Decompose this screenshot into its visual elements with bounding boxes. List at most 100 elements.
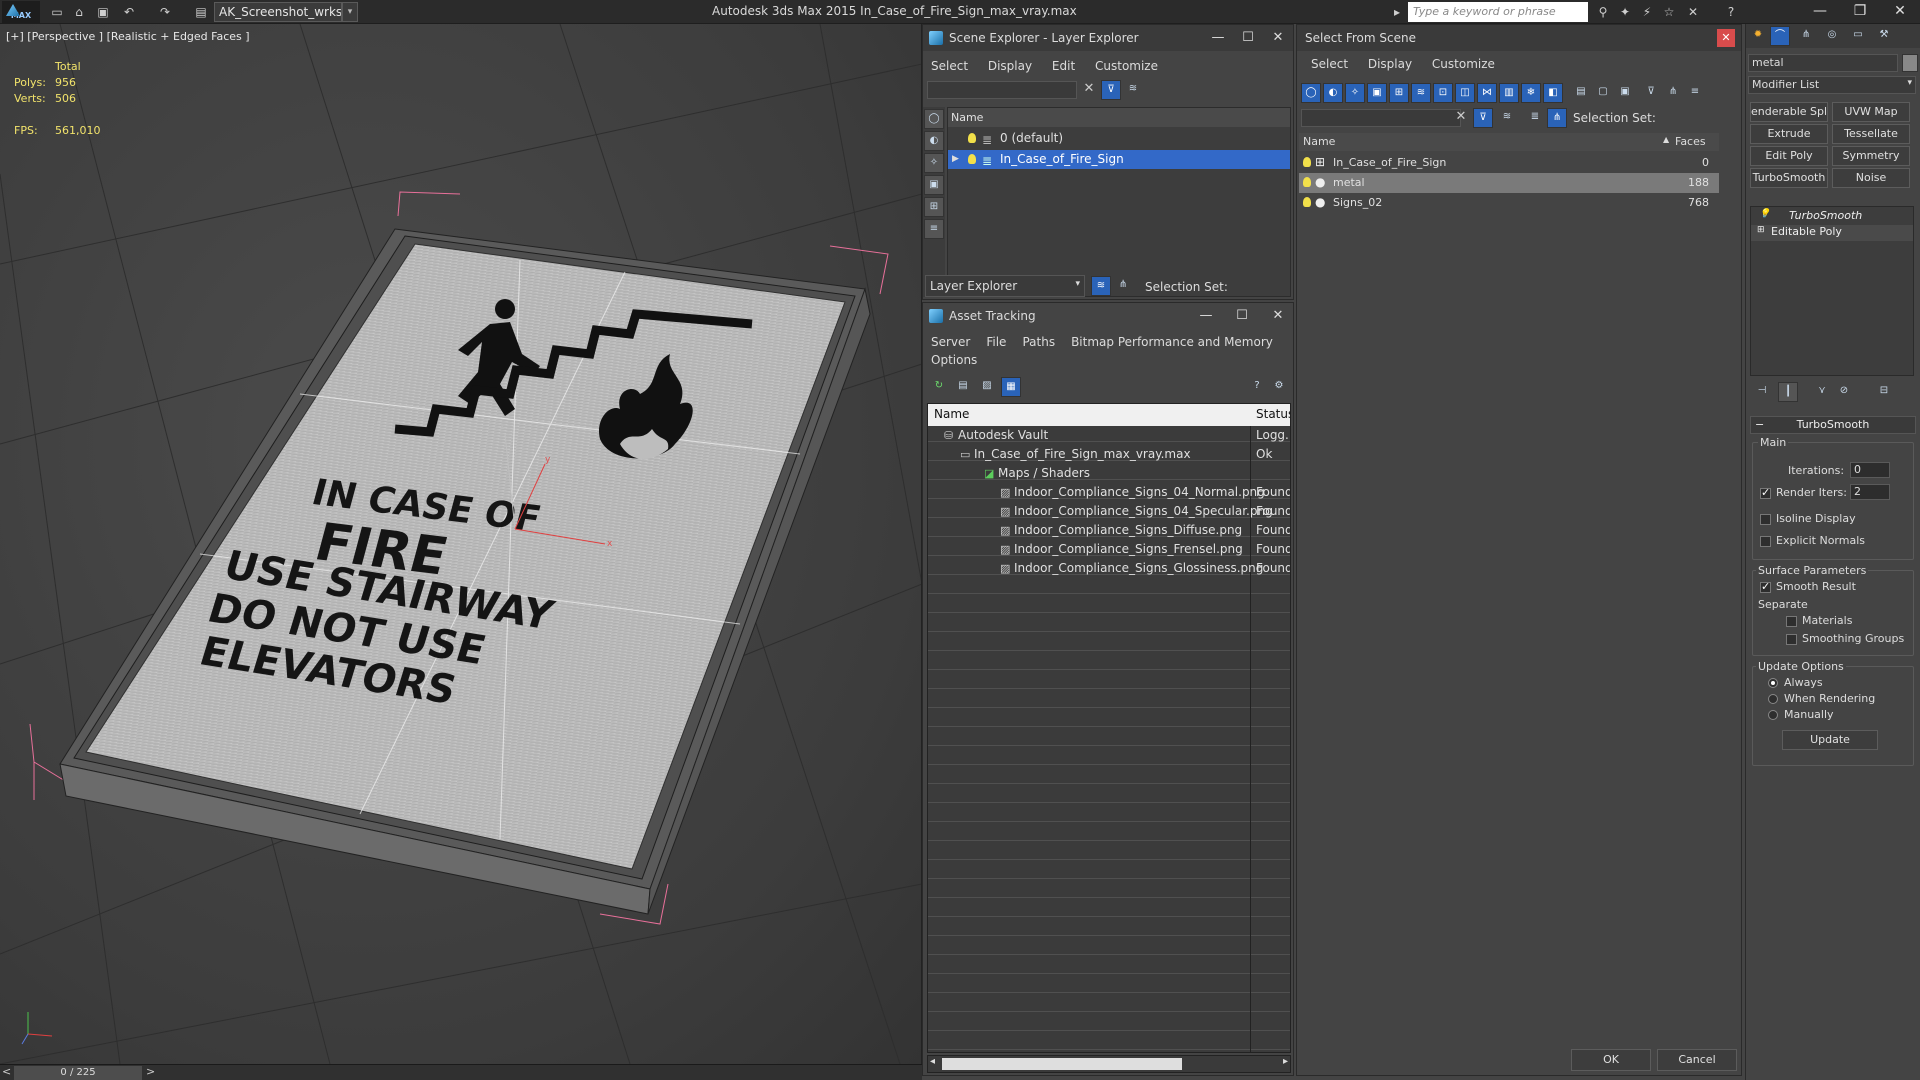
- redo-icon[interactable]: ↷: [156, 3, 174, 21]
- filter-toggle-icon[interactable]: ⊽: [1473, 108, 1493, 128]
- minimize-icon[interactable]: —: [1203, 25, 1233, 51]
- maximize-icon[interactable]: ☐: [1233, 25, 1263, 51]
- display-cameras-icon[interactable]: ▣: [1367, 83, 1387, 103]
- workspace-dropdown[interactable]: AK_Screenshot_wrksp: [214, 2, 342, 22]
- light-bulb-icon[interactable]: [1303, 177, 1311, 187]
- menu-select[interactable]: Select: [1303, 53, 1356, 75]
- columns-icon[interactable]: ≡: [1685, 83, 1705, 103]
- pin-stack-icon[interactable]: ⊣: [1752, 382, 1772, 402]
- turbosmooth-rollout-header[interactable]: − TurboSmooth: [1750, 416, 1916, 434]
- show-end-result-icon[interactable]: ┃: [1778, 382, 1798, 402]
- modifier-symmetry-button[interactable]: Symmetry: [1832, 146, 1910, 166]
- render-iters-checkbox[interactable]: [1760, 486, 1771, 499]
- favorites-star-icon[interactable]: ☆: [1660, 3, 1678, 21]
- display-groups-icon[interactable]: ⊡: [1433, 83, 1453, 103]
- modifier-renderable-spline-button[interactable]: enderable Splir: [1750, 102, 1828, 122]
- display-hidden-icon[interactable]: ◧: [1543, 83, 1563, 103]
- search-input[interactable]: Type a keyword or phrase: [1408, 2, 1588, 22]
- update-button[interactable]: Update: [1782, 730, 1878, 750]
- object-row[interactable]: ● Signs_02 768: [1299, 193, 1719, 213]
- display-none-icon[interactable]: ▢: [1593, 83, 1613, 103]
- restore-window-icon[interactable]: ❐: [1840, 0, 1880, 24]
- menu-customize[interactable]: Customize: [1087, 55, 1166, 77]
- asset-row[interactable]: ▨ Indoor_Compliance_Signs_Diffuse.png Foun…: [928, 521, 1290, 540]
- light-bulb-icon[interactable]: [1303, 197, 1311, 207]
- menu-select[interactable]: Select: [923, 55, 976, 77]
- maximize-icon[interactable]: ☐: [1227, 303, 1257, 329]
- explicit-normals-checkbox[interactable]: [1760, 536, 1771, 547]
- asset-row[interactable]: ▨ Indoor_Compliance_Signs_Glossiness.png F…: [928, 559, 1290, 578]
- menu-edit[interactable]: Edit: [1044, 55, 1083, 77]
- render-iters-spinner[interactable]: 2: [1850, 484, 1890, 500]
- settings-gear-icon[interactable]: ⚙: [1269, 377, 1289, 397]
- layers-icon[interactable]: ≣: [1525, 108, 1545, 128]
- clear-search-icon[interactable]: ✕: [1079, 80, 1099, 100]
- asset-row[interactable]: ◪ Maps / Shaders: [928, 464, 1290, 483]
- display-lights-icon[interactable]: ✧: [924, 153, 944, 173]
- asset-tracking-header[interactable]: Asset Tracking — ☐ ✕: [923, 303, 1293, 329]
- help-icon[interactable]: ?: [1247, 377, 1267, 397]
- close-window-icon[interactable]: ✕: [1880, 0, 1920, 24]
- menu-options[interactable]: Options: [923, 353, 985, 371]
- update-always-radio[interactable]: [1768, 678, 1778, 688]
- motion-tab-icon[interactable]: ◎: [1822, 26, 1842, 46]
- help-icon[interactable]: ?: [1722, 3, 1740, 21]
- explorer-type-dropdown[interactable]: Layer Explorer ▾: [925, 275, 1085, 297]
- display-frozen-icon[interactable]: ❄: [1521, 83, 1541, 103]
- save-file-icon[interactable]: ▣: [94, 3, 112, 21]
- iterations-spinner[interactable]: 0: [1850, 462, 1890, 478]
- select-search-input[interactable]: [1301, 109, 1461, 127]
- hierarchy-mode-icon[interactable]: ⋔: [1547, 108, 1567, 128]
- open-file-icon[interactable]: ⌂: [70, 3, 88, 21]
- hierarchy-tab-icon[interactable]: ⋔: [1796, 26, 1816, 46]
- ok-button[interactable]: OK: [1571, 1049, 1651, 1071]
- modifier-tessellate-button[interactable]: Tessellate: [1832, 124, 1910, 144]
- undo-icon[interactable]: ↶: [120, 3, 138, 21]
- layer-row-default[interactable]: ≣ 0 (default): [948, 129, 1290, 148]
- workspace-menu-arrow-icon[interactable]: ▾: [342, 2, 358, 22]
- light-bulb-icon[interactable]: [968, 154, 976, 164]
- light-bulb-icon[interactable]: [1303, 157, 1311, 167]
- display-layers-icon[interactable]: ≡: [924, 219, 944, 239]
- display-cameras-icon[interactable]: ▣: [924, 175, 944, 195]
- isoline-display-checkbox[interactable]: [1760, 514, 1771, 525]
- make-unique-icon[interactable]: ⋎: [1812, 382, 1832, 402]
- select-from-scene-header[interactable]: Select From Scene ✕: [1297, 25, 1741, 51]
- col-name[interactable]: Name: [934, 407, 969, 421]
- viewport-label[interactable]: [+] [Perspective ] [Realistic + Edged Fa…: [6, 30, 250, 43]
- display-helpers-icon[interactable]: ⊞: [924, 197, 944, 217]
- update-manually-radio[interactable]: [1768, 710, 1778, 720]
- layer-row-fire-sign[interactable]: ▶ ≣ In_Case_of_Fire_Sign: [948, 150, 1290, 169]
- display-spacewarps-icon[interactable]: ≋: [1411, 83, 1431, 103]
- clear-search-icon[interactable]: ✕: [1451, 108, 1471, 128]
- object-row[interactable]: ⊞ In_Case_of_Fire_Sign 0: [1299, 153, 1719, 173]
- menu-server[interactable]: Server: [923, 331, 978, 353]
- asset-row[interactable]: ▨ Indoor_Compliance_Signs_Frensel.png Foun…: [928, 540, 1290, 559]
- filter-icon[interactable]: ⊽: [1101, 80, 1121, 100]
- layer-explorer-icon[interactable]: ≋: [1091, 276, 1111, 296]
- col-status[interactable]: Status: [1256, 407, 1290, 421]
- asset-row[interactable]: ▭ In_Case_of_Fire_Sign_max_vray.max Ok: [928, 445, 1290, 464]
- asset-row[interactable]: ⛁ Autodesk Vault Logg...: [928, 426, 1290, 445]
- expand-arrow-icon[interactable]: ▶: [952, 150, 959, 169]
- asset-row[interactable]: ▨ Indoor_Compliance_Signs_04_Normal.png Fo…: [928, 483, 1290, 502]
- menu-display[interactable]: Display: [1360, 53, 1420, 75]
- project-folder-icon[interactable]: ▤: [192, 3, 210, 21]
- object-row[interactable]: ● metal 188: [1299, 173, 1719, 193]
- create-tab-icon[interactable]: ✹: [1748, 26, 1768, 46]
- display-geometry-icon[interactable]: ◯: [1301, 83, 1321, 103]
- display-geometry-icon[interactable]: ◯: [924, 109, 944, 129]
- close-search-icon[interactable]: ✕: [1684, 3, 1702, 21]
- table-view-icon[interactable]: ▦: [1001, 377, 1021, 397]
- search-dropdown-icon[interactable]: ▸: [1388, 3, 1406, 21]
- light-bulb-icon[interactable]: [968, 133, 976, 143]
- column-header-name[interactable]: Name: [948, 108, 1290, 127]
- refresh-icon[interactable]: ↻: [929, 377, 949, 397]
- display-tab-icon[interactable]: ▭: [1848, 26, 1868, 46]
- modifier-uvw-map-button[interactable]: UVW Map: [1832, 102, 1910, 122]
- modifier-edit-poly-button[interactable]: Edit Poly: [1750, 146, 1828, 166]
- prev-frame-button[interactable]: <: [2, 1065, 11, 1078]
- menu-customize[interactable]: Customize: [1424, 53, 1503, 75]
- cancel-button[interactable]: Cancel: [1657, 1049, 1737, 1071]
- new-file-icon[interactable]: ▭: [48, 3, 66, 21]
